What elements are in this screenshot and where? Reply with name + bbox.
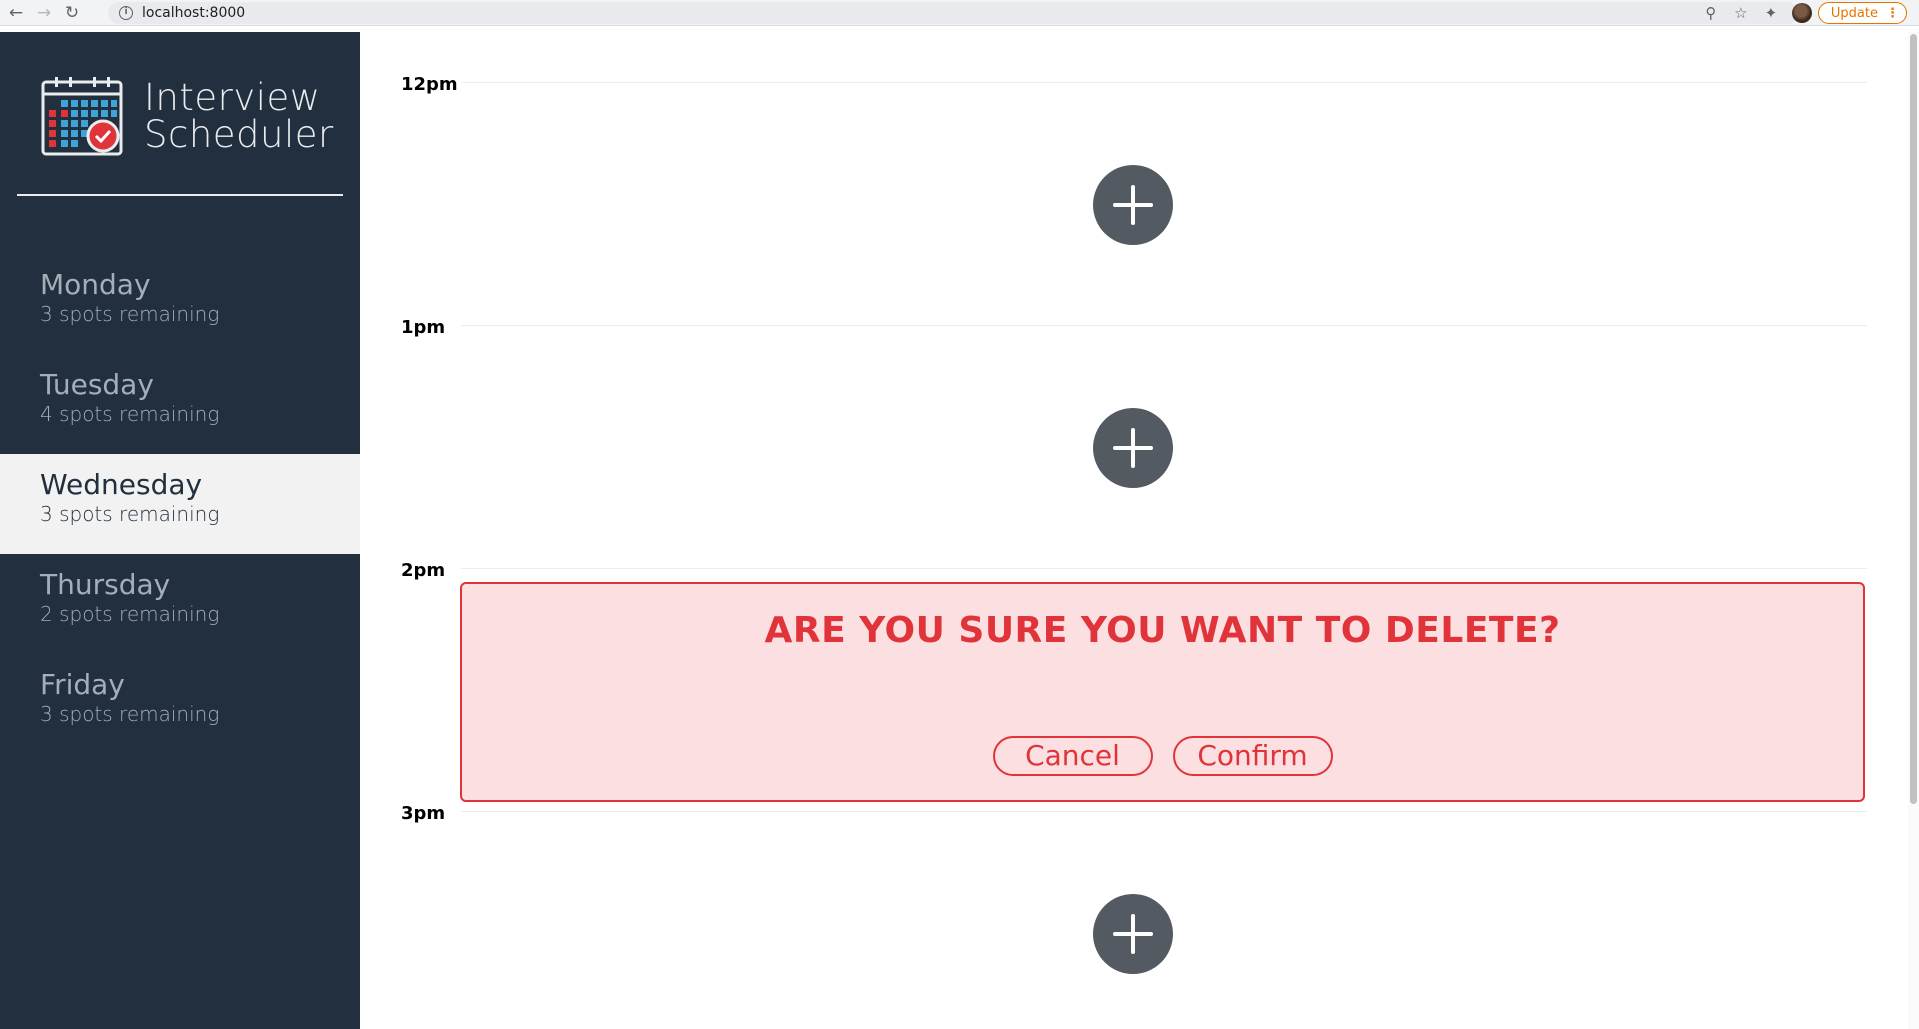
profile-avatar[interactable] bbox=[1791, 3, 1812, 23]
day-name: Wednesday bbox=[40, 468, 203, 501]
app-title: Interview Scheduler bbox=[144, 79, 334, 153]
slot-divider bbox=[461, 82, 1867, 83]
kebab-menu-icon: ⋮ bbox=[1886, 5, 1899, 21]
schedule: 12pm 1pm 2pm ARE YOU SURE YOU WANT TO DE… bbox=[361, 32, 1901, 1029]
sidebar: Interview Scheduler Monday 3 spots remai… bbox=[0, 32, 360, 1029]
appointment-slot: 12pm bbox=[361, 32, 1901, 275]
update-label: Update bbox=[1830, 5, 1878, 21]
day-spots: 3 spots remaining bbox=[40, 702, 220, 726]
add-appointment-button[interactable] bbox=[1093, 408, 1173, 488]
info-icon[interactable]: i bbox=[119, 6, 133, 20]
day-item-wednesday[interactable]: Wednesday 3 spots remaining bbox=[0, 454, 360, 554]
calendar-icon bbox=[41, 77, 123, 156]
slot-time: 2pm bbox=[401, 560, 446, 581]
forward-arrow-icon[interactable]: → bbox=[32, 2, 56, 24]
appointment-slot: 1pm bbox=[361, 275, 1901, 518]
day-spots: 2 spots remaining bbox=[40, 602, 220, 626]
back-arrow-icon[interactable]: ← bbox=[4, 2, 28, 24]
app-title-line1: Interview bbox=[144, 76, 321, 119]
browser-toolbar: ← → ↻ i localhost:8000 ⚲ ☆ ✦ Update ⋮ bbox=[0, 0, 1919, 26]
day-name: Thursday bbox=[40, 568, 171, 601]
add-appointment-button[interactable] bbox=[1093, 165, 1173, 245]
day-name: Tuesday bbox=[40, 368, 154, 401]
day-item-monday[interactable]: Monday 3 spots remaining bbox=[0, 254, 360, 354]
add-appointment-button[interactable] bbox=[1093, 894, 1173, 974]
app-title-line2: Scheduler bbox=[144, 113, 334, 156]
reload-icon[interactable]: ↻ bbox=[60, 2, 84, 24]
slot-divider bbox=[461, 568, 1867, 569]
slot-time: 12pm bbox=[401, 74, 458, 95]
day-list: Monday 3 spots remaining Tuesday 4 spots… bbox=[0, 254, 360, 754]
day-spots: 3 spots remaining bbox=[40, 302, 220, 326]
slot-divider bbox=[461, 325, 1867, 326]
day-name: Friday bbox=[40, 668, 125, 701]
slot-divider bbox=[461, 811, 1867, 812]
page-scrollbar[interactable] bbox=[1908, 32, 1919, 1029]
day-name: Monday bbox=[40, 268, 151, 301]
sidebar-divider bbox=[17, 194, 343, 196]
brand-logo: Interview Scheduler bbox=[41, 76, 334, 156]
scrollbar-thumb[interactable] bbox=[1910, 34, 1917, 804]
zoom-icon[interactable]: ⚲ bbox=[1696, 4, 1726, 22]
bookmark-star-icon[interactable]: ☆ bbox=[1726, 4, 1756, 22]
url-text[interactable]: localhost:8000 bbox=[142, 5, 245, 21]
day-item-tuesday[interactable]: Tuesday 4 spots remaining bbox=[0, 354, 360, 454]
day-item-thursday[interactable]: Thursday 2 spots remaining bbox=[0, 554, 360, 654]
day-spots: 4 spots remaining bbox=[40, 402, 220, 426]
address-bar[interactable]: i localhost:8000 bbox=[108, 2, 1798, 24]
slot-time: 1pm bbox=[401, 317, 446, 338]
day-spots: 3 spots remaining bbox=[40, 502, 220, 526]
extensions-puzzle-icon[interactable]: ✦ bbox=[1756, 4, 1786, 22]
day-item-friday[interactable]: Friday 3 spots remaining bbox=[0, 654, 360, 754]
slot-time: 3pm bbox=[401, 803, 446, 824]
confirm-message: ARE YOU SURE YOU WANT TO DELETE? bbox=[764, 610, 1561, 651]
appointment-slot: 3pm bbox=[361, 761, 1901, 1004]
update-button[interactable]: Update ⋮ bbox=[1817, 2, 1907, 24]
